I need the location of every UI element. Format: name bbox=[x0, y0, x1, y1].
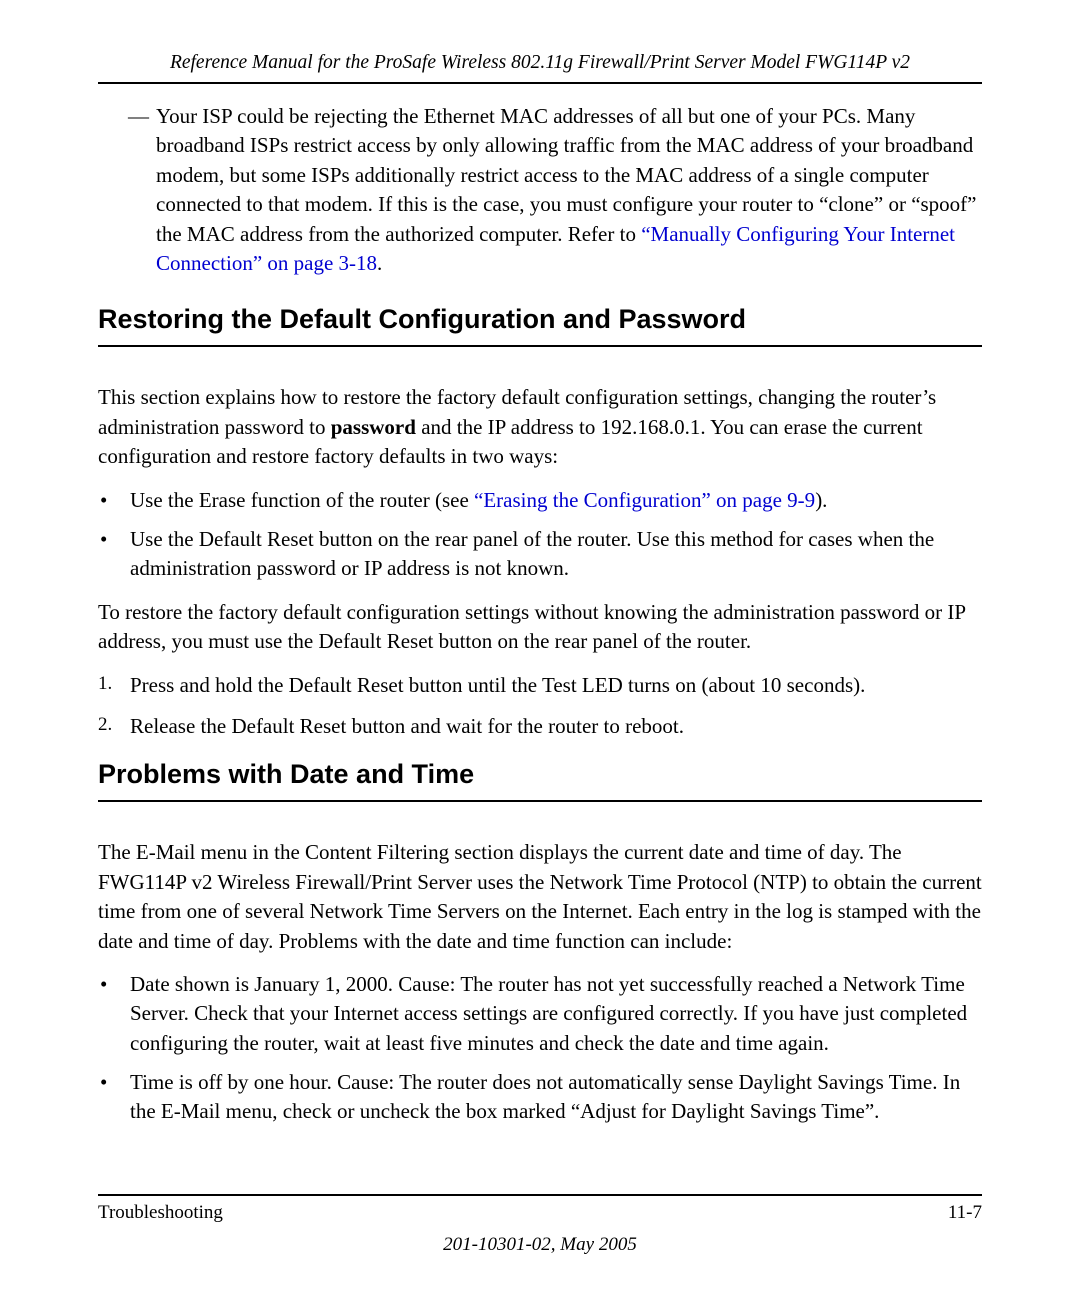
step-number: 2. bbox=[98, 711, 130, 741]
page-body: Reference Manual for the ProSafe Wireles… bbox=[0, 0, 1080, 1127]
dash-text-post: . bbox=[377, 251, 382, 275]
bullet-text: Time is off by one hour. Cause: The rout… bbox=[130, 1068, 982, 1127]
footer-section-name: Troubleshooting bbox=[98, 1202, 223, 1224]
list-item: • Use the Default Reset button on the re… bbox=[98, 525, 982, 584]
heading-restore-defaults: Restoring the Default Configuration and … bbox=[98, 304, 982, 341]
bullet-icon: • bbox=[98, 1068, 130, 1127]
section2-bullet-list: • Date shown is January 1, 2000. Cause: … bbox=[98, 970, 982, 1127]
bullet-icon: • bbox=[98, 525, 130, 584]
header-rule bbox=[98, 82, 982, 84]
list-item: 1. Press and hold the Default Reset butt… bbox=[98, 670, 982, 700]
dash-marker: — bbox=[128, 102, 156, 278]
bullet-post: ). bbox=[815, 488, 827, 512]
dash-item-text: Your ISP could be rejecting the Ethernet… bbox=[156, 102, 982, 278]
step-text: Press and hold the Default Reset button … bbox=[130, 670, 982, 700]
link-erasing-config[interactable]: “Erasing the Configuration” on page 9-9 bbox=[474, 488, 815, 512]
page-footer: Troubleshooting 11-7 201-10301-02, May 2… bbox=[98, 1194, 982, 1256]
bullet-text: Use the Erase function of the router (se… bbox=[130, 486, 982, 515]
section1-para2: To restore the factory default configura… bbox=[98, 598, 982, 657]
running-header: Reference Manual for the ProSafe Wireles… bbox=[98, 52, 982, 82]
list-item: 2. Release the Default Reset button and … bbox=[98, 711, 982, 741]
footer-row: Troubleshooting 11-7 bbox=[98, 1202, 982, 1224]
bullet-text: Use the Default Reset button on the rear… bbox=[130, 525, 982, 584]
footer-rule bbox=[98, 1194, 982, 1196]
heading-rule-2 bbox=[98, 800, 982, 802]
footer-doc-id: 201-10301-02, May 2005 bbox=[98, 1234, 982, 1256]
heading-rule-1 bbox=[98, 345, 982, 347]
bullet-icon: • bbox=[98, 970, 130, 1058]
section1-bullet-list: • Use the Erase function of the router (… bbox=[98, 486, 982, 584]
section2-intro: The E-Mail menu in the Content Filtering… bbox=[98, 838, 982, 956]
bullet-icon: • bbox=[98, 486, 130, 515]
heading-date-time: Problems with Date and Time bbox=[98, 759, 982, 796]
continued-dash-item: — Your ISP could be rejecting the Ethern… bbox=[128, 102, 982, 278]
bullet-text: Date shown is January 1, 2000. Cause: Th… bbox=[130, 970, 982, 1058]
step-text: Release the Default Reset button and wai… bbox=[130, 711, 982, 741]
bullet-pre: Use the Erase function of the router (se… bbox=[130, 488, 474, 512]
list-item: • Date shown is January 1, 2000. Cause: … bbox=[98, 970, 982, 1058]
list-item: • Time is off by one hour. Cause: The ro… bbox=[98, 1068, 982, 1127]
footer-page-number: 11-7 bbox=[948, 1202, 982, 1224]
section1-steps: 1. Press and hold the Default Reset butt… bbox=[98, 670, 982, 741]
intro-bold-password: password bbox=[331, 415, 416, 439]
list-item: • Use the Erase function of the router (… bbox=[98, 486, 982, 515]
step-number: 1. bbox=[98, 670, 130, 700]
section1-intro: This section explains how to restore the… bbox=[98, 383, 982, 471]
